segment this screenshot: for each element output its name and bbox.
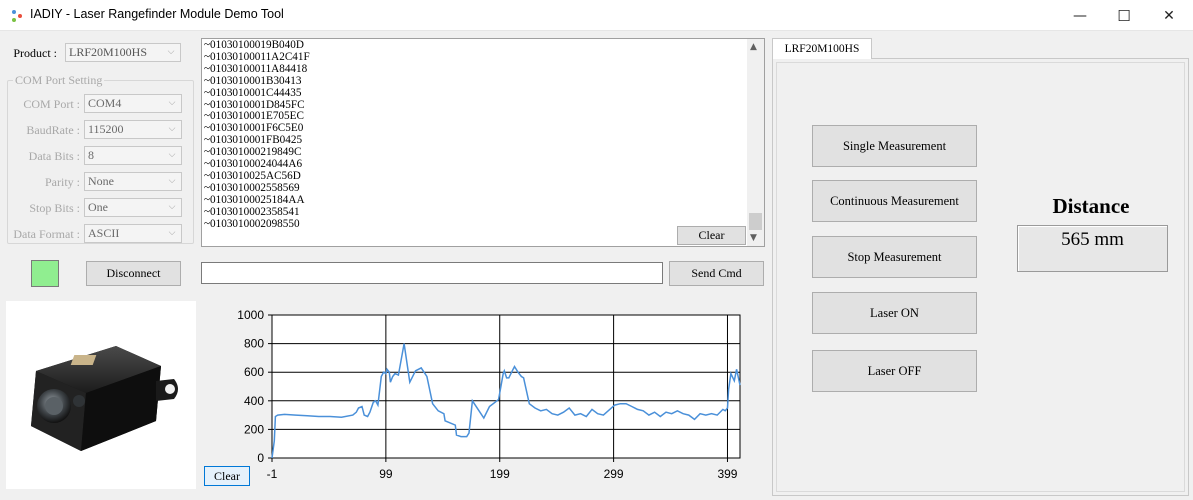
single-measurement-button[interactable]: Single Measurement: [812, 125, 977, 167]
com-port-label: COM Port :: [23, 97, 80, 111]
product-select-value: LRF20M100HS: [69, 45, 148, 59]
baudrate-label: BaudRate :: [26, 123, 80, 137]
log-line: ~0103010001C44435: [204, 86, 302, 99]
parity-label: Parity :: [45, 175, 80, 189]
com-port-value: COM4: [88, 96, 122, 110]
device-image-panel: [6, 301, 196, 489]
chevron-down-icon: ⌵: [167, 47, 175, 57]
close-icon[interactable]: ✕: [1146, 0, 1192, 31]
stop-bits-value: One: [88, 200, 108, 214]
x-tick-label: 99: [379, 467, 393, 481]
log-line: ~0103010002358541: [204, 205, 300, 218]
chevron-down-icon: ⌵: [168, 124, 176, 134]
log-scrollbar[interactable]: ▲ ▼: [747, 39, 764, 246]
plot-area: [271, 314, 741, 459]
chevron-down-icon: ⌵: [168, 228, 176, 238]
data-bits-value: 8: [88, 148, 94, 162]
baudrate-select[interactable]: 115200 ⌵: [84, 120, 182, 139]
com-port-select[interactable]: COM4 ⌵: [84, 94, 182, 113]
stop-bits-label: Stop Bits :: [29, 201, 80, 215]
tab-lrf20m100hs[interactable]: LRF20M100HS: [772, 38, 872, 59]
log-line: ~01030100011A84418: [204, 62, 308, 75]
data-format-label: Data Format :: [13, 227, 80, 241]
y-tick-label: 600: [244, 365, 264, 379]
y-axis-ticks: 0 200 400 600 800 1000: [237, 308, 272, 465]
scroll-thumb[interactable]: [749, 213, 762, 230]
data-format-value: ASCII: [88, 226, 120, 240]
continuous-measurement-button[interactable]: Continuous Measurement: [812, 180, 977, 222]
distance-readout: 565 mm: [1017, 225, 1168, 272]
window-title: IADIY - Laser Rangefinder Module Demo To…: [30, 7, 284, 21]
log-line: ~01030100025184AA: [204, 193, 305, 206]
product-select[interactable]: LRF20M100HS ⌵: [65, 43, 181, 62]
data-bits-label: Data Bits :: [28, 149, 80, 163]
parity-select[interactable]: None ⌵: [84, 172, 182, 191]
disconnect-button[interactable]: Disconnect: [86, 261, 181, 286]
stop-bits-select[interactable]: One ⌵: [84, 198, 182, 217]
laser-module-image: [31, 346, 178, 451]
product-label: Product :: [13, 46, 57, 60]
maximize-icon[interactable]: ☐: [1101, 0, 1147, 31]
baudrate-value: 115200: [88, 122, 124, 136]
y-tick-label: 800: [244, 337, 264, 351]
app-logo-icon: [12, 10, 22, 22]
chart-clear-button[interactable]: Clear: [204, 466, 250, 486]
x-tick-label: 199: [490, 467, 510, 481]
chevron-down-icon: ⌵: [168, 176, 176, 186]
send-cmd-button[interactable]: Send Cmd: [669, 261, 764, 286]
com-port-group-title: COM Port Setting: [13, 73, 105, 88]
y-tick-label: 0: [257, 451, 264, 465]
log-lines: ~01030100019B040D ~01030100011A2C41F ~0103…: [204, 39, 310, 231]
y-tick-label: 200: [244, 422, 264, 436]
log-clear-button[interactable]: Clear: [677, 226, 746, 245]
command-input[interactable]: [201, 262, 663, 284]
laser-off-button[interactable]: Laser OFF: [812, 350, 977, 392]
log-line: ~0103010002098550: [204, 217, 300, 230]
chevron-down-icon: ⌵: [168, 150, 176, 160]
scroll-up-icon[interactable]: ▲: [750, 42, 757, 52]
scroll-down-icon[interactable]: ▼: [750, 233, 757, 243]
x-tick-label: 399: [717, 467, 737, 481]
parity-value: None: [88, 174, 114, 188]
y-tick-label: 400: [244, 394, 264, 408]
chevron-down-icon: ⌵: [168, 202, 176, 212]
x-axis-ticks: -1 99 199 299 399: [267, 458, 738, 481]
x-tick-label: 299: [604, 467, 624, 481]
stop-measurement-button[interactable]: Stop Measurement: [812, 236, 977, 278]
chevron-down-icon: ⌵: [168, 98, 176, 108]
distance-line-chart: 0 200 400 600 800 1000 -1 99 199 299 399: [237, 308, 741, 481]
data-bits-select[interactable]: 8 ⌵: [84, 146, 182, 165]
data-format-select[interactable]: ASCII ⌵: [84, 224, 182, 243]
x-tick-label: -1: [267, 467, 278, 481]
laser-on-button[interactable]: Laser ON: [812, 292, 977, 334]
log-line: ~0103010001B30413: [204, 74, 302, 87]
log-output[interactable]: ~01030100019B040D ~01030100011A2C41F ~0103…: [201, 38, 765, 247]
distance-title: Distance: [1052, 194, 1130, 218]
log-line: ~0103010002558569: [204, 181, 300, 194]
minimize-icon[interactable]: —: [1057, 0, 1103, 31]
connection-status-indicator: [31, 260, 59, 287]
y-tick-label: 1000: [237, 308, 264, 322]
